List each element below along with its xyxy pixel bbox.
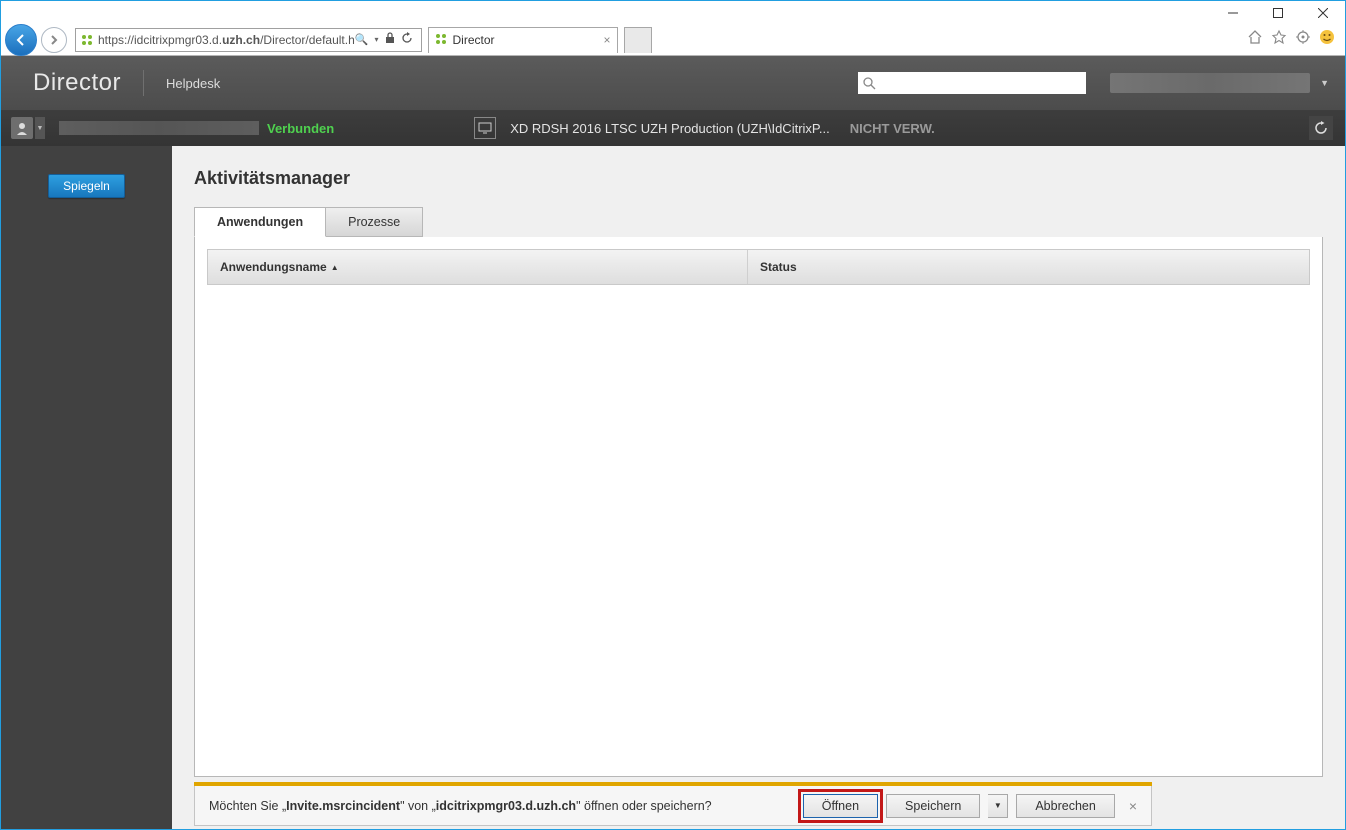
address-url: https://idcitrixpmgr03.d.uzh.ch/Director… xyxy=(98,33,355,47)
nav-forward-button[interactable] xyxy=(41,27,67,53)
favorites-icon[interactable] xyxy=(1271,29,1287,50)
home-icon[interactable] xyxy=(1247,29,1263,50)
mirror-button[interactable]: Spiegeln xyxy=(48,174,125,198)
notification-close-icon[interactable]: × xyxy=(1129,798,1137,814)
sort-asc-icon: ▲ xyxy=(331,263,339,272)
tab-content: Anwendungsname ▲ Status xyxy=(194,237,1323,777)
smiley-icon[interactable] xyxy=(1319,29,1335,50)
nav-back-button[interactable] xyxy=(5,24,37,56)
refresh-button[interactable] xyxy=(1309,116,1333,140)
session-name[interactable]: XD RDSH 2016 LTSC UZH Production (UZH\Id… xyxy=(510,121,830,136)
helpdesk-link[interactable]: Helpdesk xyxy=(166,76,220,91)
citrix-favicon-icon xyxy=(435,33,447,48)
subbar-username-blurred xyxy=(59,121,259,135)
app-title: Director xyxy=(33,69,121,97)
table-header: Anwendungsname ▲ Status xyxy=(207,249,1310,285)
window-minimize-button[interactable] xyxy=(1210,1,1255,25)
user-dropdown-icon[interactable]: ▼ xyxy=(35,117,45,139)
header-menu-icon[interactable]: ▼ xyxy=(1320,78,1329,88)
tab-close-icon[interactable]: × xyxy=(603,33,610,47)
column-status[interactable]: Status xyxy=(748,260,1309,274)
search-indicator-icon: 🔍 xyxy=(355,33,369,46)
dropdown-icon[interactable]: ▾ xyxy=(374,35,378,44)
header-search-input[interactable] xyxy=(880,76,1082,90)
refresh-icon[interactable] xyxy=(401,32,413,47)
cancel-button[interactable]: Abbrechen xyxy=(1016,794,1114,818)
save-button[interactable]: Speichern xyxy=(886,794,980,818)
window-maximize-button[interactable] xyxy=(1255,1,1300,25)
tab-title: Director xyxy=(453,33,495,47)
tab-processes[interactable]: Prozesse xyxy=(326,207,423,237)
user-icon[interactable] xyxy=(11,117,33,139)
lock-icon xyxy=(385,32,395,47)
session-status: NICHT VERW. xyxy=(850,121,935,136)
citrix-favicon-icon xyxy=(80,33,94,47)
tools-icon[interactable] xyxy=(1295,29,1311,50)
download-notification-bar: Möchten Sie „Invite.msrcincident" von „i… xyxy=(194,782,1152,826)
header-username-blurred xyxy=(1110,73,1310,93)
save-dropdown-button[interactable]: ▼ xyxy=(988,794,1008,818)
column-app-name[interactable]: Anwendungsname ▲ xyxy=(208,250,748,284)
window-close-button[interactable] xyxy=(1300,1,1345,25)
connection-status: Verbunden xyxy=(267,121,334,136)
header-search[interactable] xyxy=(858,72,1086,94)
monitor-icon[interactable] xyxy=(474,117,496,139)
address-bar[interactable]: https://idcitrixpmgr03.d.uzh.ch/Director… xyxy=(75,28,422,52)
browser-tab[interactable]: Director × xyxy=(428,27,618,53)
tab-applications[interactable]: Anwendungen xyxy=(194,207,326,237)
open-button[interactable]: Öffnen xyxy=(803,794,878,818)
page-title: Aktivitätsmanager xyxy=(194,168,1323,189)
new-tab-button[interactable] xyxy=(624,27,652,53)
download-message: Möchten Sie „Invite.msrcincident" von „i… xyxy=(209,799,795,813)
